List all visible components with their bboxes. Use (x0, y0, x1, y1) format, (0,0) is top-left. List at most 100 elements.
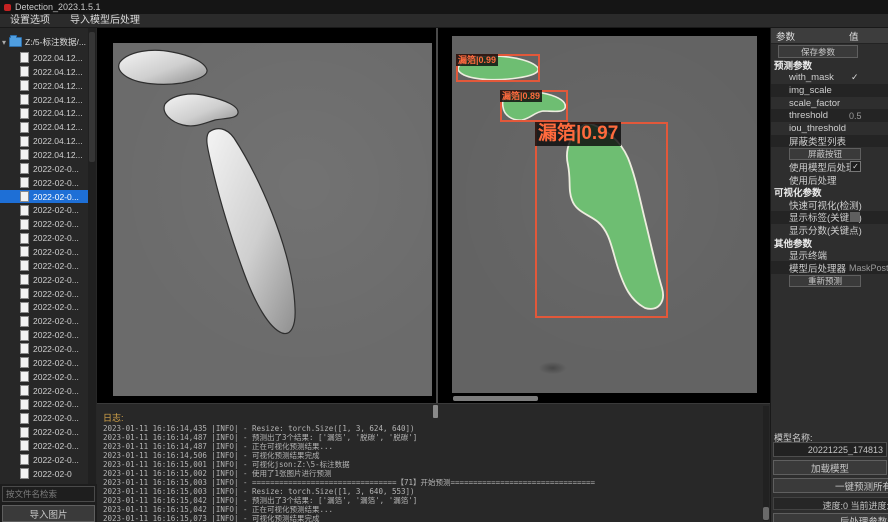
tree-root-node[interactable]: ▾ Z:/5-标注数据/... (2, 36, 86, 48)
tree-item[interactable]: 2022.04.12... (0, 106, 88, 120)
source-image[interactable] (113, 43, 432, 396)
tree-item-label: 2022-02-0... (33, 372, 79, 382)
app-logo-icon (4, 4, 11, 11)
file-icon (20, 136, 29, 147)
file-icon (20, 246, 29, 257)
checkbox-unchecked[interactable] (850, 212, 860, 222)
horizontal-scrollbar-thumb[interactable] (453, 396, 538, 401)
tree-item[interactable]: 2022.04.12... (0, 120, 88, 134)
tree-item[interactable]: 2022-02-0... (0, 342, 88, 356)
chevron-down-icon[interactable]: ▾ (2, 38, 6, 47)
tree-item[interactable]: 2022.04.12... (0, 134, 88, 148)
tree-item[interactable]: 2022-02-0... (0, 273, 88, 287)
log-line: 2023-01-11 16:16:14,487 |INFO| - 预测出了3个结… (103, 433, 753, 442)
tree-item-label: 2022-02-0... (33, 330, 79, 340)
tree-item[interactable]: 2022-02-0... (0, 370, 88, 384)
tree-item[interactable]: 2022-02-0... (0, 162, 88, 176)
checkbox-checked[interactable]: ✓ (850, 161, 861, 172)
tree-item[interactable]: 2022.04.12... (0, 79, 88, 93)
tree-item[interactable]: 2022.04.12... (0, 148, 88, 162)
splitter-handle[interactable] (433, 405, 438, 418)
tree-item[interactable]: 2022-02-0 (0, 467, 88, 481)
tree-item-label: 2022.04.12... (33, 53, 83, 63)
param-label: 显示分数(关键点) (789, 223, 862, 237)
predicted-image[interactable]: 漏箔|0.99漏箔|0.89漏箔|0.97 (452, 36, 757, 393)
menu-settings-options[interactable]: 设置选项 (0, 14, 60, 28)
tree-item-label: 2022.04.12... (33, 122, 83, 132)
tree-item[interactable]: 2022-02-0... (0, 176, 88, 190)
tree-item[interactable]: 2022-02-0... (0, 203, 88, 217)
import-images-button[interactable]: 导入图片 (2, 505, 95, 522)
tree-item[interactable]: 2022.04.12... (0, 65, 88, 79)
file-icon (20, 343, 29, 354)
menu-import-model-postprocess[interactable]: 导入模型后处理 (60, 14, 150, 28)
params-panel: 参数 值 保存参数 预测参数with_mask✓img_scalescale_f… (770, 28, 888, 522)
tree-item[interactable]: 2022-02-0... (0, 217, 88, 231)
tree-item[interactable]: 2022.04.12... (0, 93, 88, 107)
window-title: Detection_2023.1.5.1 (15, 2, 101, 12)
panel-splitter[interactable] (436, 28, 438, 403)
file-tree-panel: ▾ Z:/5-标注数据/... 2022.04.12...2022.04.12.… (0, 28, 97, 484)
param-row: scale_factor (771, 97, 888, 110)
tree-item[interactable]: 2022-02-0... (0, 397, 88, 411)
log-title: 日志: (103, 411, 124, 424)
save-params-button[interactable]: 保存参数 (778, 45, 858, 58)
tree-item[interactable]: 2022.04.12... (0, 51, 88, 65)
tree-item-label: 2022-02-0... (33, 427, 79, 437)
tree-root-label: Z:/5-标注数据/... (25, 36, 86, 48)
tree-item-label: 2022-02-0... (33, 358, 79, 368)
param-value[interactable]: 0.5 (849, 111, 862, 121)
tree-item[interactable]: 2022-02-0... (0, 190, 88, 204)
search-input[interactable] (2, 486, 95, 502)
log-scrollbar[interactable] (763, 406, 769, 521)
param-row: 显示标签(关键点) (771, 211, 888, 224)
log-line: 2023-01-11 16:16:14,435 |INFO| - Resize:… (103, 424, 753, 433)
tree-item-label: 2022-02-0... (33, 178, 79, 188)
tree-item[interactable]: 2022-02-0... (0, 314, 88, 328)
tree-item[interactable]: 2022-02-0... (0, 259, 88, 273)
file-icon (20, 233, 29, 244)
file-icon (20, 163, 29, 174)
file-icon (20, 440, 29, 451)
tree-item[interactable]: 2022-02-0... (0, 245, 88, 259)
tree-item[interactable]: 2022-02-0... (0, 411, 88, 425)
predict-all-button[interactable]: 一键预测所有图片 (773, 478, 888, 493)
menu-bar: 设置选项 导入模型后处理 (0, 14, 888, 28)
tree-item[interactable]: 2022-02-0... (0, 439, 88, 453)
tree-item[interactable]: 2022-02-0... (0, 300, 88, 314)
log-scrollbar-thumb[interactable] (763, 507, 769, 520)
param-action-button[interactable]: 重新预测 (789, 275, 861, 287)
param-label: img_scale (789, 85, 832, 96)
tree-scrollbar-thumb[interactable] (89, 32, 95, 162)
tree-item-label: 2022-02-0... (33, 219, 79, 229)
log-lines: 2023-01-11 16:16:14,435 |INFO| - Resize:… (103, 424, 753, 522)
tree-item[interactable]: 2022-02-0... (0, 453, 88, 467)
file-icon (20, 330, 29, 341)
log-line: 2023-01-11 16:16:15,002 |INFO| - 使用了1张图片… (103, 469, 753, 478)
tree-item-label: 2022-02-0... (33, 289, 79, 299)
file-icon (20, 357, 29, 368)
tree-item[interactable]: 2022-02-0... (0, 356, 88, 370)
log-panel: 日志: 2023-01-11 16:16:14,435 |INFO| - Res… (97, 403, 770, 522)
checkmark-icon[interactable]: ✓ (851, 72, 859, 83)
param-value[interactable]: MaskPostPro (849, 263, 888, 273)
tree-item-label: 2022-02-0... (33, 205, 79, 215)
tree-item-label: 2022-02-0... (33, 164, 79, 174)
param-action-button[interactable]: 屏蔽按钮 (789, 148, 861, 160)
tree-item-label: 2022.04.12... (33, 67, 83, 77)
tree-item[interactable]: 2022-02-0... (0, 384, 88, 398)
log-line: 2023-01-11 16:16:15,001 |INFO| - 可视化json… (103, 460, 753, 469)
tree-item[interactable]: 2022-02-0... (0, 287, 88, 301)
param-label: 屏蔽类型列表 (789, 134, 846, 148)
log-line: 2023-01-11 16:16:14,487 |INFO| - 正在可视化预测… (103, 442, 753, 451)
tree-item[interactable]: 2022-02-0... (0, 425, 88, 439)
file-tree-list: 2022.04.12...2022.04.12...2022.04.12...2… (0, 51, 88, 481)
model-name-field[interactable]: 20221225_174813 (773, 442, 887, 457)
file-icon (20, 316, 29, 327)
tree-item[interactable]: 2022-02-0... (0, 328, 88, 342)
postprocess-params-button[interactable]: 后处理参数设置 (773, 513, 888, 522)
load-model-button[interactable]: 加载模型 (773, 460, 887, 475)
tree-scrollbar[interactable] (88, 28, 96, 484)
param-label: with_mask (789, 72, 834, 83)
tree-item[interactable]: 2022-02-0... (0, 231, 88, 245)
